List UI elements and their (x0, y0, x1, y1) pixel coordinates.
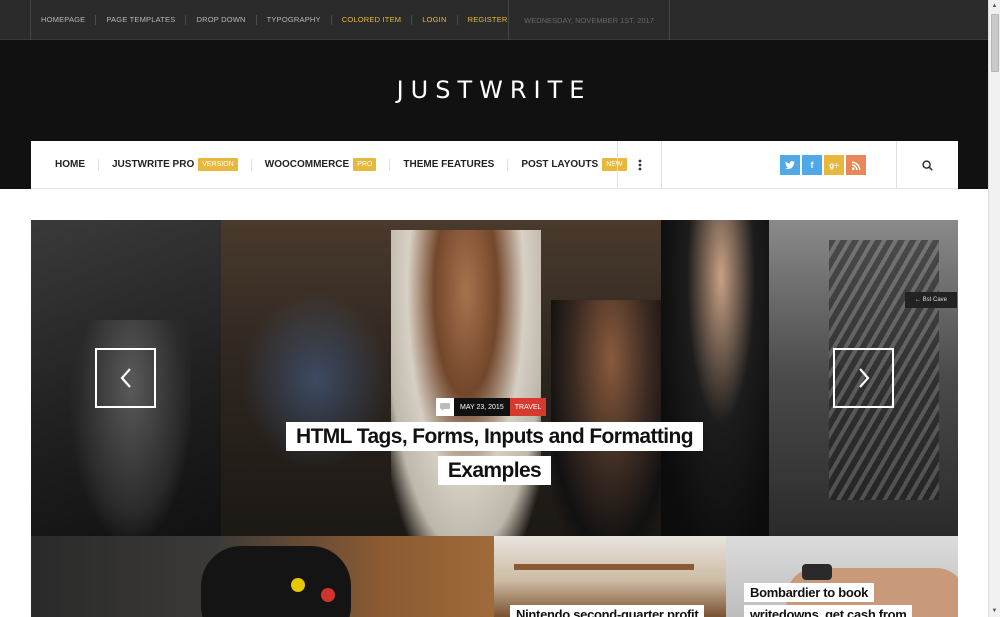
post-card-3-title-line-2: writedowns, get cash from (744, 605, 913, 617)
google-plus-icon[interactable]: g+ (824, 155, 844, 175)
main-nav: HOME JUSTWRITE PRO VERSION WOOCOMMERCE P… (31, 141, 958, 189)
site-logo[interactable]: JUSTWRITE (0, 76, 988, 104)
nav-item-label: WOOCOMMERCE (264, 159, 350, 170)
top-link-colored-item[interactable]: COLORED ITEM (332, 15, 413, 25)
version-badge: VERSION (198, 158, 238, 171)
top-link-page-templates[interactable]: PAGE TEMPLATES (96, 15, 187, 25)
vertical-ellipsis-icon[interactable] (617, 141, 662, 189)
top-link-drop-down[interactable]: DROP DOWN (186, 15, 257, 25)
nav-item-woocommerce[interactable]: WOOCOMMERCE PRO (252, 158, 391, 171)
search-icon (922, 159, 933, 171)
social-links: f g+ (780, 155, 866, 175)
category-tag[interactable]: TRAVEL (509, 398, 547, 416)
chevron-right-icon (858, 368, 869, 388)
top-bar: HOMEPAGE PAGE TEMPLATES DROP DOWN TYPOGR… (0, 0, 988, 40)
slide-title[interactable]: HTML Tags, Forms, Inputs and Formatting … (269, 420, 720, 488)
escalator-sign: ← Bst Cave (905, 292, 957, 308)
post-card-2-title[interactable]: Nintendo second-quarter profit (510, 604, 720, 617)
nav-item-label: JUSTWRITE PRO (112, 159, 195, 170)
pro-badge: PRO (353, 158, 377, 171)
slide-title-line-2: Examples (437, 456, 552, 485)
comment-icon[interactable] (436, 398, 454, 416)
chevron-left-icon (120, 368, 131, 388)
scroll-up-icon[interactable]: ▲ (989, 0, 1000, 12)
post-card-3-title[interactable]: Bombardier to book writedowns, get cash … (744, 582, 944, 617)
search-button[interactable] (896, 141, 958, 189)
twitter-icon[interactable] (780, 155, 800, 175)
post-card-3-title-line-1: Bombardier to book (744, 583, 875, 602)
nav-item-justwrite-pro[interactable]: JUSTWRITE PRO VERSION (99, 158, 252, 171)
slider-next-button[interactable] (833, 348, 894, 408)
top-links: HOMEPAGE PAGE TEMPLATES DROP DOWN TYPOGR… (30, 0, 518, 40)
nav-menu: HOME JUSTWRITE PRO VERSION WOOCOMMERCE P… (31, 141, 640, 189)
facebook-icon[interactable]: f (802, 155, 822, 175)
post-card-3[interactable]: Bombardier to book writedowns, get cash … (726, 536, 958, 617)
post-card-2[interactable]: Nintendo second-quarter profit (494, 536, 726, 617)
post-card-2-title-text: Nintendo second-quarter profit (510, 605, 705, 617)
post-card-1[interactable] (31, 536, 494, 617)
nav-item-label: HOME (55, 159, 85, 170)
slider-prev-button[interactable] (95, 348, 156, 408)
top-link-typography[interactable]: TYPOGRAPHY (257, 15, 332, 25)
top-link-homepage[interactable]: HOMEPAGE (31, 15, 97, 25)
nav-item-label: POST LAYOUTS (521, 159, 599, 170)
nav-item-theme-features[interactable]: THEME FEATURES (390, 158, 509, 171)
nav-item-home[interactable]: HOME (45, 158, 99, 171)
post-date: MAY 23, 2015 (454, 398, 510, 416)
current-date: WEDNESDAY, NOVEMBER 1ST, 2017 (508, 0, 670, 40)
page-scrollbar[interactable]: ▲ ▼ (988, 0, 1000, 617)
slide-title-line-1: HTML Tags, Forms, Inputs and Formatting (286, 422, 703, 451)
top-link-login[interactable]: LOGIN (412, 15, 458, 25)
rss-icon[interactable] (846, 155, 866, 175)
slide-image-current[interactable] (221, 220, 781, 536)
scroll-down-icon[interactable]: ▼ (989, 605, 1000, 617)
nav-item-label: THEME FEATURES (403, 159, 495, 170)
post-meta: MAY 23, 2015 TRAVEL (436, 398, 547, 416)
featured-slider: ← Bst Cave MAY 23, 2015 TRAVEL HTML Tags… (31, 220, 958, 536)
scroll-thumb[interactable] (991, 14, 999, 72)
